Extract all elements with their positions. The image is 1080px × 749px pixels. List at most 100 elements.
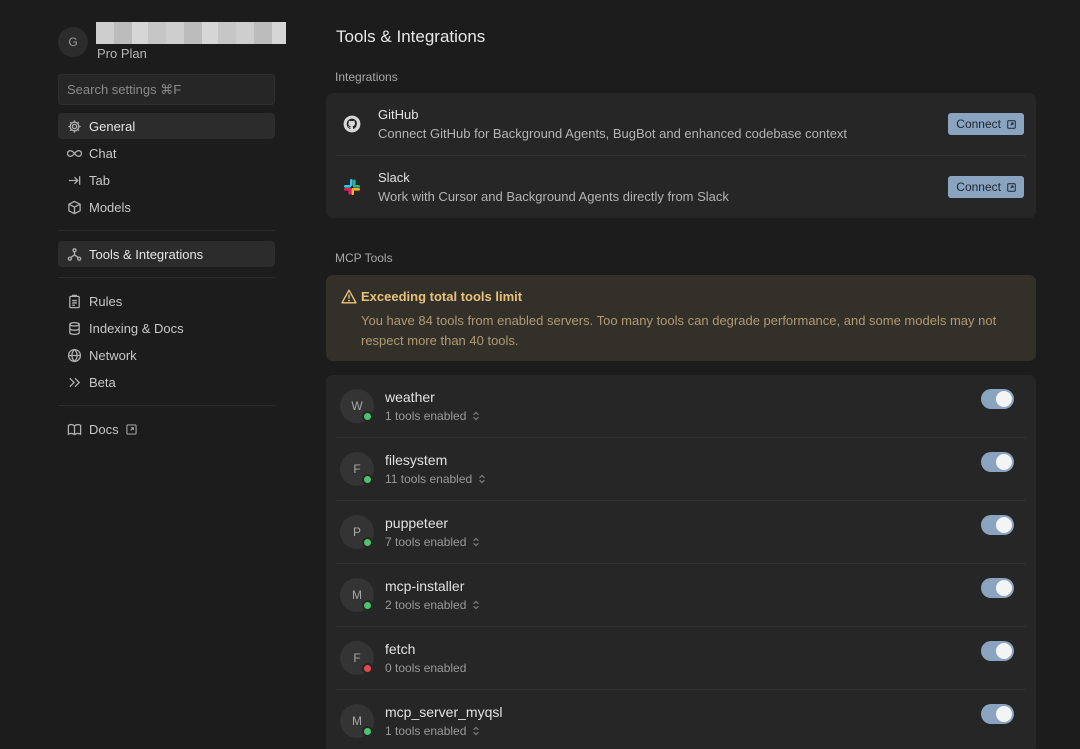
status-ok-dot xyxy=(362,537,373,548)
sidebar-item-rules[interactable]: Rules xyxy=(58,288,275,314)
tools-count-label: 1 tools enabled xyxy=(385,409,467,423)
tools-count-selector[interactable]: 7 tools enabled xyxy=(385,535,480,549)
tools-count-label: 1 tools enabled xyxy=(385,724,467,738)
double-chevron-icon xyxy=(66,374,82,390)
sidebar-item-tab[interactable]: Tab xyxy=(58,167,275,193)
sidebar-divider xyxy=(58,405,275,406)
server-name: puppeteer xyxy=(385,515,449,531)
mcp-section-label: MCP Tools xyxy=(335,251,393,265)
server-name: filesystem xyxy=(385,452,448,468)
chevron-up-down-icon xyxy=(466,726,480,736)
server-enable-toggle[interactable] xyxy=(981,452,1014,472)
mcp-server-row: Mmcp_server_myqsl 1 tools enabled xyxy=(336,690,1026,749)
tools-count-selector[interactable]: 1 tools enabled xyxy=(385,724,480,738)
status-ok-dot xyxy=(362,600,373,611)
chevron-up-down-icon xyxy=(472,474,486,484)
sidebar-item-label: Network xyxy=(89,347,137,363)
sidebar-item-general[interactable]: General xyxy=(58,113,275,139)
sidebar-item-label: General xyxy=(89,118,136,134)
chevron-up-down-icon xyxy=(466,411,480,421)
integration-name: GitHub xyxy=(378,107,419,122)
settings-sidebar: G Pro Plan General Chat Tab Models Tools & I… xyxy=(58,22,286,443)
account-header[interactable]: G Pro Plan xyxy=(58,22,286,62)
warning-icon xyxy=(341,289,357,307)
integrations-card: GitHub Connect GitHub for Background Agen… xyxy=(326,93,1036,218)
server-enable-toggle[interactable] xyxy=(981,704,1014,724)
server-name: weather xyxy=(385,389,435,405)
sidebar-divider xyxy=(58,230,275,231)
page-title: Tools & Integrations xyxy=(336,27,486,46)
tools-count-label: 7 tools enabled xyxy=(385,535,467,549)
status-ok-dot xyxy=(362,726,373,737)
status-ok-dot xyxy=(362,411,373,422)
integration-name: Slack xyxy=(378,170,410,185)
connect-slack-button[interactable]: Connect xyxy=(948,176,1024,198)
mcp-server-row: Ffetch 0 tools enabled xyxy=(336,627,1026,690)
tools-count-selector[interactable]: 1 tools enabled xyxy=(385,409,480,423)
chevron-up-down-icon xyxy=(466,537,480,547)
server-enable-toggle[interactable] xyxy=(981,641,1014,661)
globe-icon xyxy=(66,347,82,363)
slack-icon xyxy=(343,178,361,196)
sidebar-item-beta[interactable]: Beta xyxy=(58,369,275,395)
clipboard-icon xyxy=(66,293,82,309)
sidebar-item-indexing-docs[interactable]: Indexing & Docs xyxy=(58,315,275,341)
gear-icon xyxy=(66,118,82,134)
connect-button-label: Connect xyxy=(956,180,1001,194)
external-link-icon xyxy=(1001,119,1016,129)
integration-row-slack: Slack Work with Cursor and Background Age… xyxy=(336,155,1026,217)
sidebar-item-label: Docs xyxy=(89,421,119,437)
sidebar-item-network[interactable]: Network xyxy=(58,342,275,368)
warning-body: You have 84 tools from enabled servers. … xyxy=(361,313,997,348)
mcp-server-row: Ppuppeteer 7 tools enabled xyxy=(336,501,1026,564)
toggle-knob xyxy=(996,517,1012,533)
sidebar-item-label: Tab xyxy=(89,172,110,188)
mcp-servers-card: Wweather 1 tools enabled Ffilesystem 11 too… xyxy=(326,375,1036,749)
tools-count-label: 11 tools enabled xyxy=(385,472,473,486)
tools-count-selector[interactable]: 11 tools enabled xyxy=(385,472,486,486)
toggle-knob xyxy=(996,454,1012,470)
sidebar-item-tools-integrations[interactable]: Tools & Integrations xyxy=(58,241,275,267)
tab-arrow-icon xyxy=(66,172,82,188)
server-enable-toggle[interactable] xyxy=(981,578,1014,598)
redacted-email xyxy=(96,22,286,44)
tools-count-selector[interactable]: 2 tools enabled xyxy=(385,598,480,612)
status-ok-dot xyxy=(362,474,373,485)
server-name: fetch xyxy=(385,641,416,657)
sidebar-item-label: Beta xyxy=(89,374,116,390)
plan-label: Pro Plan xyxy=(97,46,147,61)
network-nodes-icon xyxy=(66,246,82,262)
connect-button-label: Connect xyxy=(956,117,1001,131)
server-name: mcp_server_myqsl xyxy=(385,704,503,720)
avatar: G xyxy=(58,27,88,57)
sidebar-item-models[interactable]: Models xyxy=(58,194,275,220)
external-link-icon xyxy=(1001,182,1016,192)
server-name: mcp-installer xyxy=(385,578,465,594)
sidebar-item-chat[interactable]: Chat xyxy=(58,140,275,166)
toggle-knob xyxy=(996,706,1012,722)
infinity-icon xyxy=(66,145,82,161)
connect-github-button[interactable]: Connect xyxy=(948,113,1024,135)
sidebar-nav: General Chat Tab Models Tools & Integrations… xyxy=(58,113,275,442)
integration-row-github: GitHub Connect GitHub for Background Agen… xyxy=(326,93,1036,155)
mcp-server-row: Ffilesystem 11 tools enabled xyxy=(336,438,1026,501)
github-icon xyxy=(343,115,361,133)
toggle-knob xyxy=(996,580,1012,596)
tools-limit-warning: Exceeding total tools limit You have 84 … xyxy=(326,275,1036,361)
tools-count-label: 2 tools enabled xyxy=(385,598,467,612)
integrations-section-label: Integrations xyxy=(335,70,398,84)
server-enable-toggle[interactable] xyxy=(981,515,1014,535)
sidebar-item-label: Indexing & Docs xyxy=(89,320,184,336)
toggle-knob xyxy=(996,391,1012,407)
tools-count-label: 0 tools enabled xyxy=(385,661,467,675)
search-input[interactable] xyxy=(67,82,266,97)
integration-description: Work with Cursor and Background Agents d… xyxy=(378,189,729,204)
database-icon xyxy=(66,320,82,336)
chevron-up-down-icon xyxy=(466,600,480,610)
sidebar-item-docs[interactable]: Docs xyxy=(58,416,275,442)
status-error-dot xyxy=(362,663,373,674)
server-enable-toggle[interactable] xyxy=(981,389,1014,409)
book-icon xyxy=(66,421,82,437)
account-info: Pro Plan xyxy=(96,22,286,62)
cube-icon xyxy=(66,199,82,215)
